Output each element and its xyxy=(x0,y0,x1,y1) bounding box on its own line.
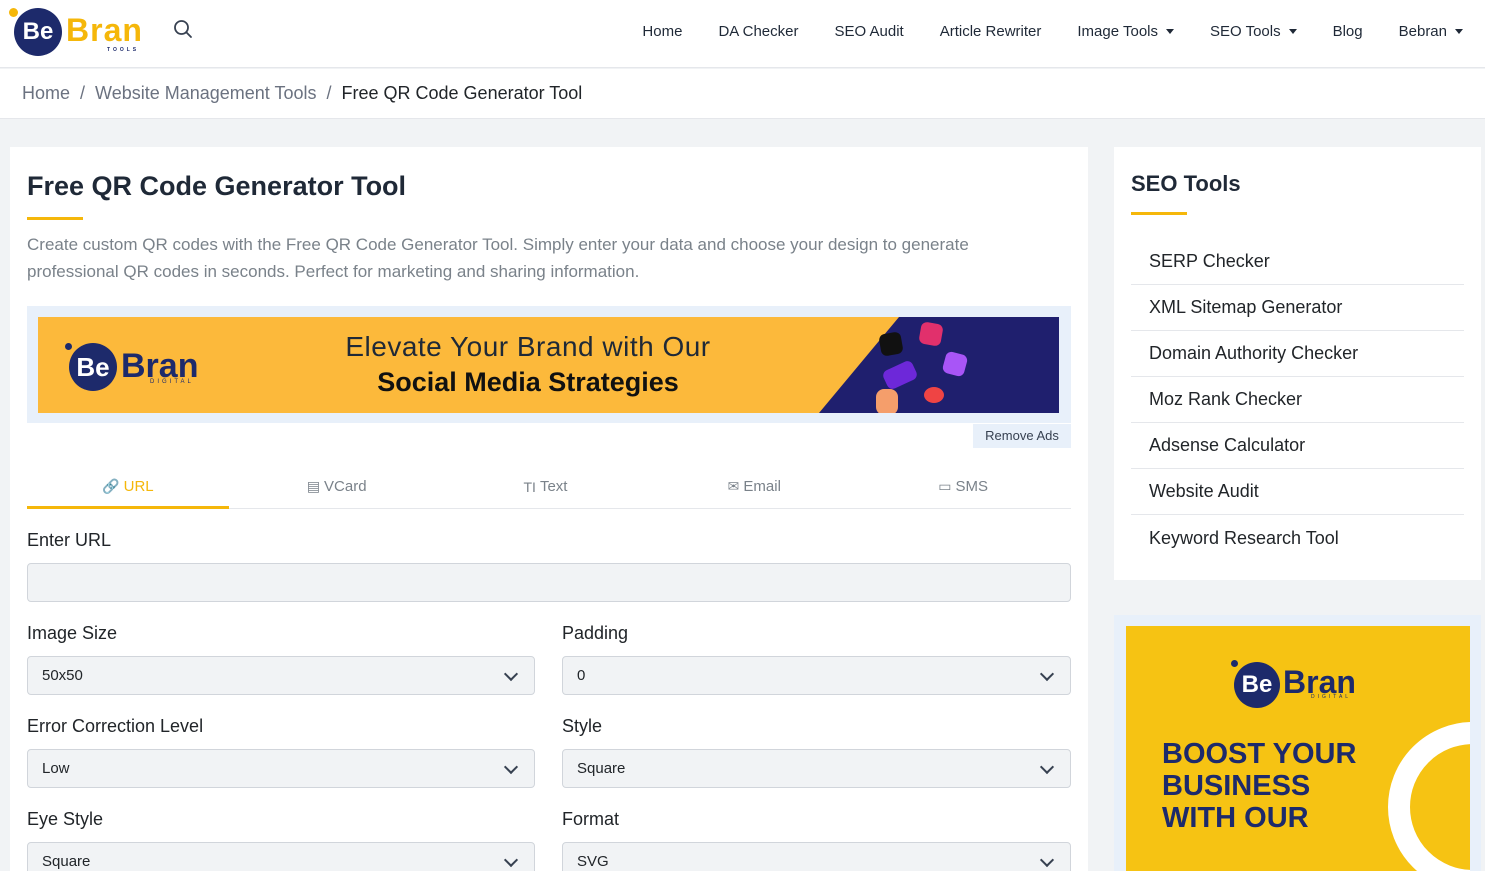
logo-dot xyxy=(9,8,18,17)
nav-image-tools[interactable]: Image Tools xyxy=(1077,23,1174,40)
sidebar-list: SERP Checker XML Sitemap Generator Domai… xyxy=(1131,239,1464,561)
text-icon: TI xyxy=(523,478,536,495)
nav-seo-tools[interactable]: SEO Tools xyxy=(1210,23,1297,40)
search-icon[interactable] xyxy=(173,19,193,39)
chevron-down-icon xyxy=(1039,852,1055,868)
format-select[interactable]: SVG xyxy=(562,842,1071,871)
eye-style-select[interactable]: Square xyxy=(27,842,535,871)
brand-logo[interactable]: Be Bran TOOLS xyxy=(9,6,152,56)
tab-sms[interactable]: ▭ SMS xyxy=(862,465,1064,508)
qr-type-tabs: 🔗 URL ▤ VCard TI Text ✉ Email ▭ SMS xyxy=(27,465,1071,509)
sidebar-item-serp-checker[interactable]: SERP Checker xyxy=(1131,239,1464,285)
nav-blog[interactable]: Blog xyxy=(1333,23,1363,40)
sidebar-item-keyword-research-tool[interactable]: Keyword Research Tool xyxy=(1131,515,1464,561)
ad-logo-dot xyxy=(1231,660,1238,667)
email-icon: ✉ xyxy=(727,478,740,494)
chevron-down-icon xyxy=(1039,666,1055,682)
eye-style-label: Eye Style xyxy=(27,809,104,829)
sidebar-ad-headline: BOOST YOUR BUSINESS WITH OUR xyxy=(1162,738,1357,834)
logo-mark: Be xyxy=(14,8,62,56)
tab-url[interactable]: 🔗 URL xyxy=(27,465,229,509)
nav-article-rewriter[interactable]: Article Rewriter xyxy=(940,23,1042,40)
sidebar-title-underline xyxy=(1131,212,1187,215)
padding-label: Padding xyxy=(562,623,629,643)
style-label: Style xyxy=(562,716,603,736)
chevron-down-icon xyxy=(503,759,519,775)
ad-logo-subtitle: DIGITAL xyxy=(1311,694,1352,700)
chevron-down-icon xyxy=(503,666,519,682)
breadcrumb-separator: / xyxy=(80,83,86,103)
dropdown-caret-icon xyxy=(1288,28,1297,34)
page-title: Free QR Code Generator Tool xyxy=(27,171,407,201)
dropdown-caret-icon xyxy=(1455,28,1463,34)
sms-icon: ▭ xyxy=(938,478,952,494)
remove-ads-button[interactable]: Remove Ads xyxy=(973,424,1071,448)
nav-bebran[interactable]: Bebran xyxy=(1399,23,1463,40)
breadcrumb-separator: / xyxy=(326,83,332,103)
logo-word: Bran xyxy=(66,12,143,48)
url-input[interactable] xyxy=(27,563,1071,602)
tool-card: Free QR Code Generator Tool Create custo… xyxy=(10,147,1088,871)
breadcrumb-home[interactable]: Home xyxy=(22,83,70,104)
logo-subtitle: TOOLS xyxy=(107,47,140,53)
ad-banner[interactable]: Be Bran DIGITAL Elevate Your Brand with … xyxy=(38,317,1059,413)
ad-container: Be Bran DIGITAL Elevate Your Brand with … xyxy=(27,306,1071,423)
sidebar-ad-banner[interactable]: Be Bran DIGITAL BOOST YOUR BUSINESS WITH… xyxy=(1126,626,1470,871)
ad-logo-mark: Be xyxy=(1234,662,1280,708)
nav-seo-audit[interactable]: SEO Audit xyxy=(834,23,903,40)
ad-ring-decoration xyxy=(1388,722,1470,871)
vcard-icon: ▤ xyxy=(306,478,321,494)
image-size-label: Image Size xyxy=(27,623,118,643)
dropdown-caret-icon xyxy=(1166,28,1174,34)
style-select[interactable]: Square xyxy=(562,749,1071,788)
sidebar-item-domain-authority-checker[interactable]: Domain Authority Checker xyxy=(1131,331,1464,377)
tab-email[interactable]: ✉ Email xyxy=(653,465,855,508)
breadcrumb-current: Free QR Code Generator Tool xyxy=(341,83,583,103)
chevron-down-icon xyxy=(503,852,519,868)
sidebar-ad-container: Be Bran DIGITAL BOOST YOUR BUSINESS WITH… xyxy=(1114,615,1481,871)
url-label: Enter URL xyxy=(27,530,112,550)
format-label: Format xyxy=(562,809,620,829)
image-size-select[interactable]: 50x50 xyxy=(27,656,535,695)
sidebar-item-website-audit[interactable]: Website Audit xyxy=(1131,469,1464,515)
title-underline xyxy=(27,217,83,220)
chevron-down-icon xyxy=(1039,759,1055,775)
breadcrumb: Home / Website Management Tools / Free Q… xyxy=(0,69,1485,119)
main-nav: Home DA Checker SEO Audit Article Rewrit… xyxy=(606,0,1463,62)
nav-da-checker[interactable]: DA Checker xyxy=(718,23,798,40)
error-correction-label: Error Correction Level xyxy=(27,716,204,736)
link-icon: 🔗 xyxy=(102,478,120,494)
tab-text[interactable]: TI Text xyxy=(445,465,647,508)
sidebar-item-adsense-calculator[interactable]: Adsense Calculator xyxy=(1131,423,1464,469)
seo-tools-sidebar: SEO Tools SERP Checker XML Sitemap Gener… xyxy=(1114,147,1481,580)
tab-vcard[interactable]: ▤ VCard xyxy=(236,465,438,508)
sidebar-item-moz-rank-checker[interactable]: Moz Rank Checker xyxy=(1131,377,1464,423)
nav-home[interactable]: Home xyxy=(642,23,682,40)
sidebar-title: SEO Tools xyxy=(1131,171,1241,196)
error-correction-select[interactable]: Low xyxy=(27,749,535,788)
ad-subheadline: Social Media Strategies xyxy=(377,367,679,397)
ad-headline: Elevate Your Brand with Our xyxy=(345,331,711,362)
sidebar-item-xml-sitemap-generator[interactable]: XML Sitemap Generator xyxy=(1131,285,1464,331)
top-navbar: Be Bran TOOLS Home DA Checker SEO Audit … xyxy=(0,0,1485,68)
breadcrumb-website-management[interactable]: Website Management Tools xyxy=(95,83,316,104)
page-description: Create custom QR codes with the Free QR … xyxy=(27,235,969,281)
padding-select[interactable]: 0 xyxy=(562,656,1071,695)
